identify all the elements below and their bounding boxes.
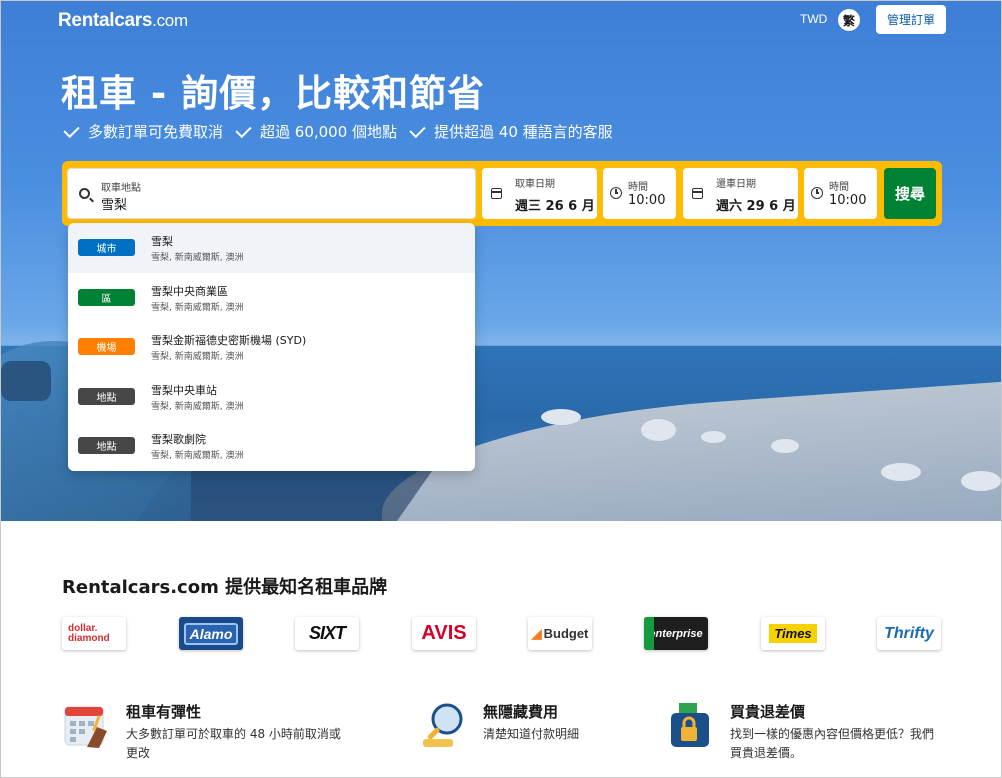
suggestion-region: 雪梨, 新南威爾斯, 澳洲 [151, 352, 244, 363]
feature-description: 找到一樣的優惠內容但價格更低？我們買貴退差價。 [730, 727, 935, 760]
search-button[interactable]: 搜尋 [884, 168, 936, 219]
manage-booking-button[interactable]: 管理訂單 [876, 5, 946, 34]
pickup-location-input[interactable]: 雪梨 [101, 194, 127, 213]
brand-text: diamond [68, 632, 110, 644]
suggestion-type-badge: 區 [78, 288, 135, 306]
perks-list: 多數訂單可免費取消 超過 60,000 個地點 提供超過 40 種語言的客服 [63, 121, 625, 142]
suggestion-name: 雪梨中央車站 [151, 383, 217, 397]
suggestion-name: 雪梨金斯福德史密斯機場 (SYD) [151, 334, 307, 348]
brand-text: Times [769, 624, 817, 643]
check-icon [63, 121, 80, 138]
suggestion-type-badge: 地點 [78, 437, 135, 455]
rock [641, 419, 676, 441]
pickup-time-field[interactable]: 時間 10:00 [603, 168, 676, 219]
rock [771, 439, 799, 453]
brand-logo-alamo: Alamo [179, 617, 243, 650]
search-icon [79, 188, 90, 199]
feature-title: 買貴退差價 [730, 703, 806, 721]
suggestion-region: 雪梨, 新南威爾斯, 澳洲 [151, 253, 244, 263]
suggestion-name: 雪梨 [151, 235, 173, 248]
suggestion-item[interactable]: 城市 雪梨 雪梨, 新南威爾斯, 澳洲 [68, 223, 475, 273]
calendar-icon [63, 701, 109, 749]
brand-logo-sixt: SIXT [295, 617, 359, 650]
dropoff-time-field[interactable]: 時間 10:00 [804, 168, 877, 219]
perk-item: 提供超過 40 種語言的客服 [409, 121, 613, 142]
suggestion-item[interactable]: 區 雪梨中央商業區 雪梨, 新南威爾斯, 澳洲 [68, 273, 475, 323]
dropoff-date-value: 週六 29 6 月 [716, 199, 796, 214]
suggestion-item[interactable]: 機場 雪梨金斯福德史密斯機場 (SYD) 雪梨, 新南威爾斯, 澳洲 [68, 322, 475, 372]
dropoff-date-label: 還車日期 [716, 179, 756, 190]
pickup-time-label: 時間 [628, 182, 648, 193]
feature-description: 大多數訂單可於取車的 48 小時前取消或更改 [126, 727, 341, 760]
rock [961, 471, 1001, 491]
suggestion-item[interactable]: 地點 雪梨歌劇院 雪梨, 新南威爾斯, 澳洲 [68, 421, 475, 471]
pickup-location-field[interactable]: 取車地點 雪梨 [67, 168, 476, 219]
clock-icon [811, 187, 823, 199]
car-mirror [1, 361, 51, 401]
brand-logo-avis: AVIS [412, 617, 476, 650]
pickup-date-field[interactable]: 取車日期 週三 26 6 月 [482, 168, 597, 219]
budget-arrow-icon: ◢ [531, 625, 542, 641]
rock [701, 431, 726, 443]
rock [881, 463, 921, 481]
brand-logo-dollar: dollar. diamond [62, 617, 126, 650]
suggestion-type-badge: 機場 [78, 338, 135, 356]
brand-logo-thrifty: Thrifty [877, 617, 941, 650]
brand-text: Budget [543, 626, 589, 641]
rentalcars-logo[interactable]: Rentalcars.com [58, 10, 188, 32]
logo-text: Rentalcars [58, 10, 153, 31]
perk-label: 提供超過 40 種語言的客服 [434, 123, 613, 141]
logo-suffix: .com [152, 11, 188, 30]
page-headline: 租車 - 詢價，比較和節省 [61, 72, 486, 115]
magnifier-icon [421, 701, 467, 749]
suggestion-type-badge: 城市 [78, 239, 135, 256]
rock [541, 409, 581, 425]
perk-label: 多數訂單可免費取消 [88, 123, 224, 141]
perk-item: 多數訂單可免費取消 [63, 121, 223, 142]
brand-text: Alamo [183, 622, 239, 645]
brands-section-title: Rentalcars.com 提供最知名租車品牌 [62, 577, 388, 598]
pickup-date-value: 週三 26 6 月 [515, 199, 595, 214]
feature-title: 租車有彈性 [126, 703, 202, 721]
dropoff-time-label: 時間 [829, 182, 849, 193]
suggestion-item[interactable]: 地點 雪梨中央車站 雪梨, 新南威爾斯, 澳洲 [68, 372, 475, 422]
pickup-date-label: 取車日期 [515, 179, 555, 190]
dropoff-time-value: 10:00 [829, 193, 867, 208]
language-selector[interactable]: 繁 [838, 9, 860, 31]
suggestion-name: 雪梨中央商業區 [151, 284, 228, 298]
perk-label: 超過 60,000 個地點 [260, 123, 398, 141]
feature-description: 清楚知道付款明細 [483, 727, 580, 741]
suggestion-region: 雪梨, 新南威爾斯, 澳洲 [151, 401, 244, 412]
dropoff-date-field[interactable]: 還車日期 週六 29 6 月 [683, 168, 798, 219]
suggestion-region: 雪梨, 新南威爾斯, 澳洲 [151, 451, 244, 462]
search-bar: 取車地點 雪梨 取車日期 週三 26 6 月 時間 10:00 還車日期 週六 … [62, 161, 942, 226]
wallet-icon [669, 701, 715, 749]
perk-item: 超過 60,000 個地點 [235, 121, 397, 142]
calendar-icon [692, 188, 703, 199]
clock-icon [610, 187, 622, 199]
suggestion-type-badge: 地點 [78, 387, 135, 405]
feature-title: 無隱藏費用 [483, 703, 559, 721]
brand-logo-times: Times [761, 617, 825, 650]
currency-selector[interactable]: TWD [800, 12, 827, 26]
suggestion-name: 雪梨歌劇院 [151, 433, 206, 447]
pickup-time-value: 10:00 [628, 193, 666, 208]
check-icon [235, 121, 252, 138]
brand-logo-budget: ◢ Budget [528, 617, 592, 650]
location-suggestions-dropdown: 城市 雪梨 雪梨, 新南威爾斯, 澳洲 區 雪梨中央商業區 雪梨, 新南威爾斯,… [68, 223, 475, 471]
brand-text: dollar. [68, 622, 98, 634]
calendar-icon [491, 188, 502, 199]
suggestion-region: 雪梨, 新南威爾斯, 澳洲 [151, 302, 244, 313]
pickup-location-label: 取車地點 [101, 183, 141, 194]
check-icon [409, 121, 426, 138]
brand-logo-enterprise: enterprise [644, 617, 708, 650]
